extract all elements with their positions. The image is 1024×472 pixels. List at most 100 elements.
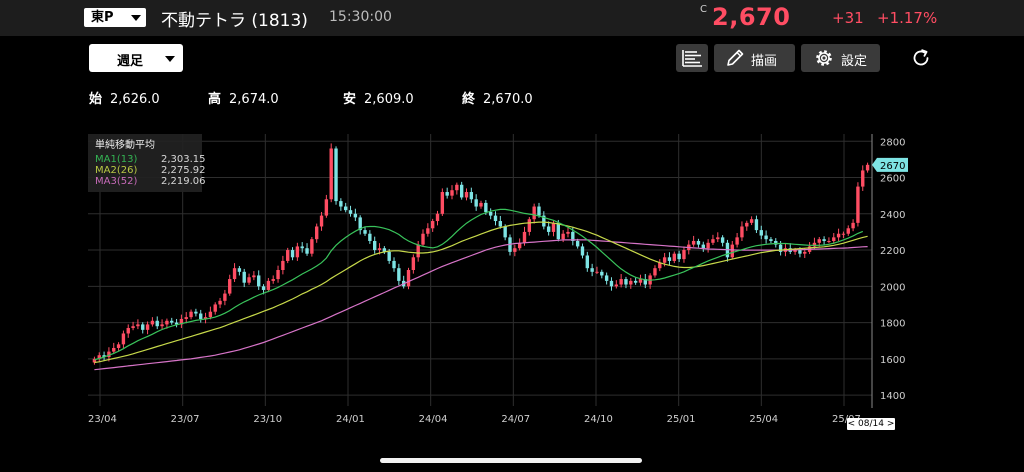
candle-body	[344, 206, 348, 211]
legend-ma2: MA2(26) 2,275.92	[95, 165, 206, 176]
candle-body	[281, 260, 285, 270]
candle-body	[551, 222, 556, 232]
candle-body	[150, 320, 155, 325]
candle-body	[561, 233, 565, 240]
candle-body	[324, 199, 329, 216]
candle-body	[832, 237, 836, 241]
candle-body	[817, 239, 821, 243]
y-tick-label: 2800	[880, 137, 905, 148]
market-select[interactable]: 東P	[84, 8, 146, 27]
candle-body	[397, 268, 401, 281]
candle-body	[638, 279, 643, 283]
settings-button[interactable]: 設定	[801, 44, 880, 72]
candle-body	[484, 202, 488, 212]
candle-body	[513, 248, 517, 252]
candle-body	[566, 231, 570, 234]
candle-body	[474, 199, 478, 207]
candle-body	[126, 328, 130, 334]
low-label: 安	[343, 92, 357, 107]
refresh-button[interactable]	[909, 46, 933, 70]
candle-body	[348, 210, 353, 214]
candle-body	[116, 344, 121, 348]
candle-body	[600, 271, 604, 276]
candle-body	[590, 268, 594, 272]
high-label: 高	[208, 92, 222, 107]
candle-body	[266, 280, 271, 290]
candle-body	[426, 228, 430, 234]
open-price: 始 2,626.0	[89, 88, 160, 107]
ma-legend: 単純移動平均 MA1(13) 2,303.15 MA2(26) 2,275.92…	[88, 134, 206, 192]
open-value: 2,626.0	[110, 92, 160, 107]
candle-body	[165, 320, 169, 325]
candle-body	[604, 275, 609, 281]
candle-body	[822, 239, 826, 241]
chevron-down-icon	[165, 56, 175, 62]
candle-body	[716, 237, 720, 240]
candle-body	[537, 206, 541, 216]
candle-body	[247, 277, 251, 283]
close-label: 終	[462, 92, 476, 107]
candle-body	[257, 275, 261, 287]
ma2-line	[94, 221, 868, 364]
candle-body	[754, 219, 759, 231]
candle-body	[488, 211, 493, 216]
candle-body	[585, 255, 590, 269]
candle-body	[696, 240, 701, 245]
candle-body	[619, 279, 623, 285]
update-time: 15:30:00	[329, 9, 392, 25]
candle-body	[711, 239, 715, 243]
legend-ma3: MA3(52) 2,219.06	[95, 176, 206, 187]
candle-body	[170, 320, 174, 323]
candle-body	[276, 270, 280, 280]
close-price: 終 2,670.0	[462, 88, 533, 107]
candle-body	[440, 192, 445, 214]
high-value: 2,674.0	[229, 92, 279, 107]
candle-body	[242, 271, 246, 283]
gear-icon	[816, 50, 832, 66]
draw-button[interactable]: 描画	[714, 44, 795, 72]
candle-body	[706, 242, 710, 249]
x-tick-label: 24/10	[584, 414, 613, 425]
candle-body	[261, 286, 266, 290]
candle-body	[498, 221, 503, 227]
candle-body	[329, 148, 333, 200]
x-tick-label: 23/07	[171, 414, 200, 425]
candle-body	[662, 257, 667, 263]
candle-body	[455, 184, 459, 191]
candle-body	[213, 304, 217, 312]
candle-body	[368, 233, 372, 241]
period-select[interactable]: 週足	[89, 44, 183, 72]
candle-body	[295, 246, 300, 258]
candle-body	[493, 215, 498, 222]
candle-body	[305, 248, 309, 254]
candle-body	[556, 222, 561, 240]
candle-body	[667, 257, 672, 261]
period-label: 週足	[117, 54, 144, 69]
candle-body	[363, 230, 367, 234]
current-price: 2,670	[712, 3, 791, 31]
candle-body	[435, 213, 440, 222]
indicator-list-icon	[682, 50, 702, 67]
close-value: 2,670.0	[483, 92, 533, 107]
candle-body	[208, 311, 213, 318]
price-change: +31	[832, 9, 864, 27]
candle-body	[730, 244, 734, 258]
chevron-down-icon	[131, 15, 141, 21]
candle-body	[759, 230, 763, 236]
legend-ma2-label: MA2(26)	[95, 165, 138, 176]
candle-body	[290, 250, 295, 258]
date-cursor-badge[interactable]: < 08/14 >	[847, 418, 895, 430]
candle-body	[672, 253, 676, 261]
candle-body	[691, 240, 696, 245]
stock-title: 不動テトラ (1813)	[161, 11, 308, 31]
home-indicator[interactable]	[380, 458, 642, 463]
candle-body	[334, 148, 338, 202]
candle-body	[735, 237, 739, 245]
indicator-button[interactable]	[676, 44, 708, 72]
candle-body	[846, 228, 850, 234]
candle-body	[416, 244, 420, 258]
candle-body	[653, 268, 657, 276]
candle-body	[430, 221, 435, 229]
candle-body	[522, 231, 527, 243]
candle-body	[353, 213, 358, 218]
